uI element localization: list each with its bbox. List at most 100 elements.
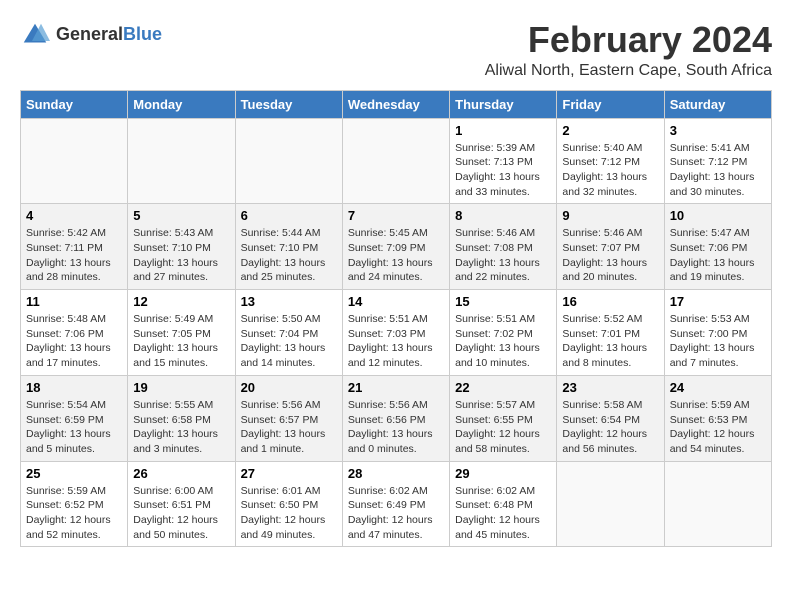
header-monday: Monday <box>128 90 235 118</box>
day-info: Sunrise: 5:44 AM Sunset: 7:10 PM Dayligh… <box>241 226 337 285</box>
table-row: 3 Sunrise: 5:41 AM Sunset: 7:12 PM Daylig… <box>664 118 771 204</box>
day-number: 19 <box>133 380 229 395</box>
day-number: 7 <box>348 208 444 223</box>
day-info: Sunrise: 5:51 AM Sunset: 7:02 PM Dayligh… <box>455 312 551 371</box>
table-row: 26Sunrise: 6:00 AM Sunset: 6:51 PM Dayli… <box>128 461 235 547</box>
day-number: 12 <box>133 294 229 309</box>
calendar-week-row: 11 Sunrise: 5:48 AM Sunset: 7:06 PM Dayli… <box>21 290 772 376</box>
table-row: 13Sunrise: 5:50 AM Sunset: 7:04 PM Dayli… <box>235 290 342 376</box>
location-title: Aliwal North, Eastern Cape, South Africa <box>485 62 772 80</box>
table-row: 22Sunrise: 5:57 AM Sunset: 6:55 PM Dayli… <box>450 375 557 461</box>
table-row: 24 Sunrise: 5:59 AM Sunset: 6:53 PM Dayli… <box>664 375 771 461</box>
table-row: 16 Sunrise: 5:52 AM Sunset: 7:01 PM Dayli… <box>557 290 664 376</box>
day-number: 13 <box>241 294 337 309</box>
day-number: 27 <box>241 466 337 481</box>
calendar-week-row: 25 Sunrise: 5:59 AM Sunset: 6:52 PM Dayli… <box>21 461 772 547</box>
day-number: 26 <box>133 466 229 481</box>
day-number: 16 <box>562 294 658 309</box>
table-row: 19 Sunrise: 5:55 AM Sunset: 6:58 PM Dayli… <box>128 375 235 461</box>
day-info: Sunrise: 5:59 AM Sunset: 6:52 PM Dayligh… <box>26 484 122 543</box>
day-info: Sunrise: 6:01 AM Sunset: 6:50 PM Dayligh… <box>241 484 337 543</box>
month-title: February 2024 <box>485 20 772 60</box>
day-number: 29 <box>455 466 551 481</box>
day-info: Sunrise: 5:41 AM Sunset: 7:12 PM Dayligh… <box>670 141 766 200</box>
day-info: Sunrise: 5:56 AM Sunset: 6:56 PM Dayligh… <box>348 398 444 457</box>
day-number: 11 <box>26 294 122 309</box>
day-number: 20 <box>241 380 337 395</box>
day-number: 2 <box>562 123 658 138</box>
table-row: 15 Sunrise: 5:51 AM Sunset: 7:02 PM Dayli… <box>450 290 557 376</box>
header-wednesday: Wednesday <box>342 90 449 118</box>
page-header: GeneralBlue February 2024 Aliwal North, … <box>20 20 772 80</box>
day-number: 17 <box>670 294 766 309</box>
day-number: 5 <box>133 208 229 223</box>
title-area: February 2024 Aliwal North, Eastern Cape… <box>485 20 772 80</box>
table-row: 10 Sunrise: 5:47 AM Sunset: 7:06 PM Dayli… <box>664 204 771 290</box>
table-row: 8Sunrise: 5:46 AM Sunset: 7:08 PM Daylig… <box>450 204 557 290</box>
day-info: Sunrise: 5:57 AM Sunset: 6:55 PM Dayligh… <box>455 398 551 457</box>
header-sunday: Sunday <box>21 90 128 118</box>
table-row: 2Sunrise: 5:40 AM Sunset: 7:12 PM Daylig… <box>557 118 664 204</box>
table-row: 4Sunrise: 5:42 AM Sunset: 7:11 PM Daylig… <box>21 204 128 290</box>
table-row <box>128 118 235 204</box>
header-thursday: Thursday <box>450 90 557 118</box>
day-number: 3 <box>670 123 766 138</box>
table-row: 12 Sunrise: 5:49 AM Sunset: 7:05 PM Dayli… <box>128 290 235 376</box>
day-info: Sunrise: 5:42 AM Sunset: 7:11 PM Dayligh… <box>26 226 122 285</box>
day-number: 24 <box>670 380 766 395</box>
day-info: Sunrise: 5:47 AM Sunset: 7:06 PM Dayligh… <box>670 226 766 285</box>
day-info: Sunrise: 5:54 AM Sunset: 6:59 PM Dayligh… <box>26 398 122 457</box>
day-number: 23 <box>562 380 658 395</box>
logo-general: GeneralBlue <box>56 25 162 45</box>
day-info: Sunrise: 5:49 AM Sunset: 7:05 PM Dayligh… <box>133 312 229 371</box>
day-number: 15 <box>455 294 551 309</box>
table-row: 6 Sunrise: 5:44 AM Sunset: 7:10 PM Daylig… <box>235 204 342 290</box>
table-row <box>235 118 342 204</box>
day-number: 25 <box>26 466 122 481</box>
day-info: Sunrise: 5:52 AM Sunset: 7:01 PM Dayligh… <box>562 312 658 371</box>
day-info: Sunrise: 5:56 AM Sunset: 6:57 PM Dayligh… <box>241 398 337 457</box>
table-row: 23Sunrise: 5:58 AM Sunset: 6:54 PM Dayli… <box>557 375 664 461</box>
table-row: 29Sunrise: 6:02 AM Sunset: 6:48 PM Dayli… <box>450 461 557 547</box>
day-number: 10 <box>670 208 766 223</box>
table-row: 1Sunrise: 5:39 AM Sunset: 7:13 PM Daylig… <box>450 118 557 204</box>
table-row: 14 Sunrise: 5:51 AM Sunset: 7:03 PM Dayli… <box>342 290 449 376</box>
day-number: 28 <box>348 466 444 481</box>
table-row: 25 Sunrise: 5:59 AM Sunset: 6:52 PM Dayli… <box>21 461 128 547</box>
table-row: 11 Sunrise: 5:48 AM Sunset: 7:06 PM Dayli… <box>21 290 128 376</box>
table-row: 9 Sunrise: 5:46 AM Sunset: 7:07 PM Daylig… <box>557 204 664 290</box>
table-row <box>21 118 128 204</box>
day-number: 9 <box>562 208 658 223</box>
day-info: Sunrise: 5:51 AM Sunset: 7:03 PM Dayligh… <box>348 312 444 371</box>
day-number: 21 <box>348 380 444 395</box>
table-row <box>557 461 664 547</box>
day-info: Sunrise: 5:48 AM Sunset: 7:06 PM Dayligh… <box>26 312 122 371</box>
day-info: Sunrise: 5:59 AM Sunset: 6:53 PM Dayligh… <box>670 398 766 457</box>
day-info: Sunrise: 5:43 AM Sunset: 7:10 PM Dayligh… <box>133 226 229 285</box>
day-number: 6 <box>241 208 337 223</box>
calendar-week-row: 4Sunrise: 5:42 AM Sunset: 7:11 PM Daylig… <box>21 204 772 290</box>
day-info: Sunrise: 6:02 AM Sunset: 6:49 PM Dayligh… <box>348 484 444 543</box>
table-row: 27 Sunrise: 6:01 AM Sunset: 6:50 PM Dayli… <box>235 461 342 547</box>
table-row: 17 Sunrise: 5:53 AM Sunset: 7:00 PM Dayli… <box>664 290 771 376</box>
day-info: Sunrise: 5:53 AM Sunset: 7:00 PM Dayligh… <box>670 312 766 371</box>
header-friday: Friday <box>557 90 664 118</box>
day-info: Sunrise: 5:39 AM Sunset: 7:13 PM Dayligh… <box>455 141 551 200</box>
table-row: 21 Sunrise: 5:56 AM Sunset: 6:56 PM Dayli… <box>342 375 449 461</box>
table-row: 5 Sunrise: 5:43 AM Sunset: 7:10 PM Daylig… <box>128 204 235 290</box>
calendar-header-row: Sunday Monday Tuesday Wednesday Thursday… <box>21 90 772 118</box>
day-number: 14 <box>348 294 444 309</box>
day-info: Sunrise: 5:55 AM Sunset: 6:58 PM Dayligh… <box>133 398 229 457</box>
day-info: Sunrise: 5:46 AM Sunset: 7:08 PM Dayligh… <box>455 226 551 285</box>
day-info: Sunrise: 5:46 AM Sunset: 7:07 PM Dayligh… <box>562 226 658 285</box>
calendar-week-row: 1Sunrise: 5:39 AM Sunset: 7:13 PM Daylig… <box>21 118 772 204</box>
table-row: 28 Sunrise: 6:02 AM Sunset: 6:49 PM Dayli… <box>342 461 449 547</box>
calendar-table: Sunday Monday Tuesday Wednesday Thursday… <box>20 90 772 548</box>
table-row <box>664 461 771 547</box>
day-number: 18 <box>26 380 122 395</box>
table-row: 7Sunrise: 5:45 AM Sunset: 7:09 PM Daylig… <box>342 204 449 290</box>
header-tuesday: Tuesday <box>235 90 342 118</box>
calendar-week-row: 18 Sunrise: 5:54 AM Sunset: 6:59 PM Dayli… <box>21 375 772 461</box>
table-row <box>342 118 449 204</box>
table-row: 18 Sunrise: 5:54 AM Sunset: 6:59 PM Dayli… <box>21 375 128 461</box>
